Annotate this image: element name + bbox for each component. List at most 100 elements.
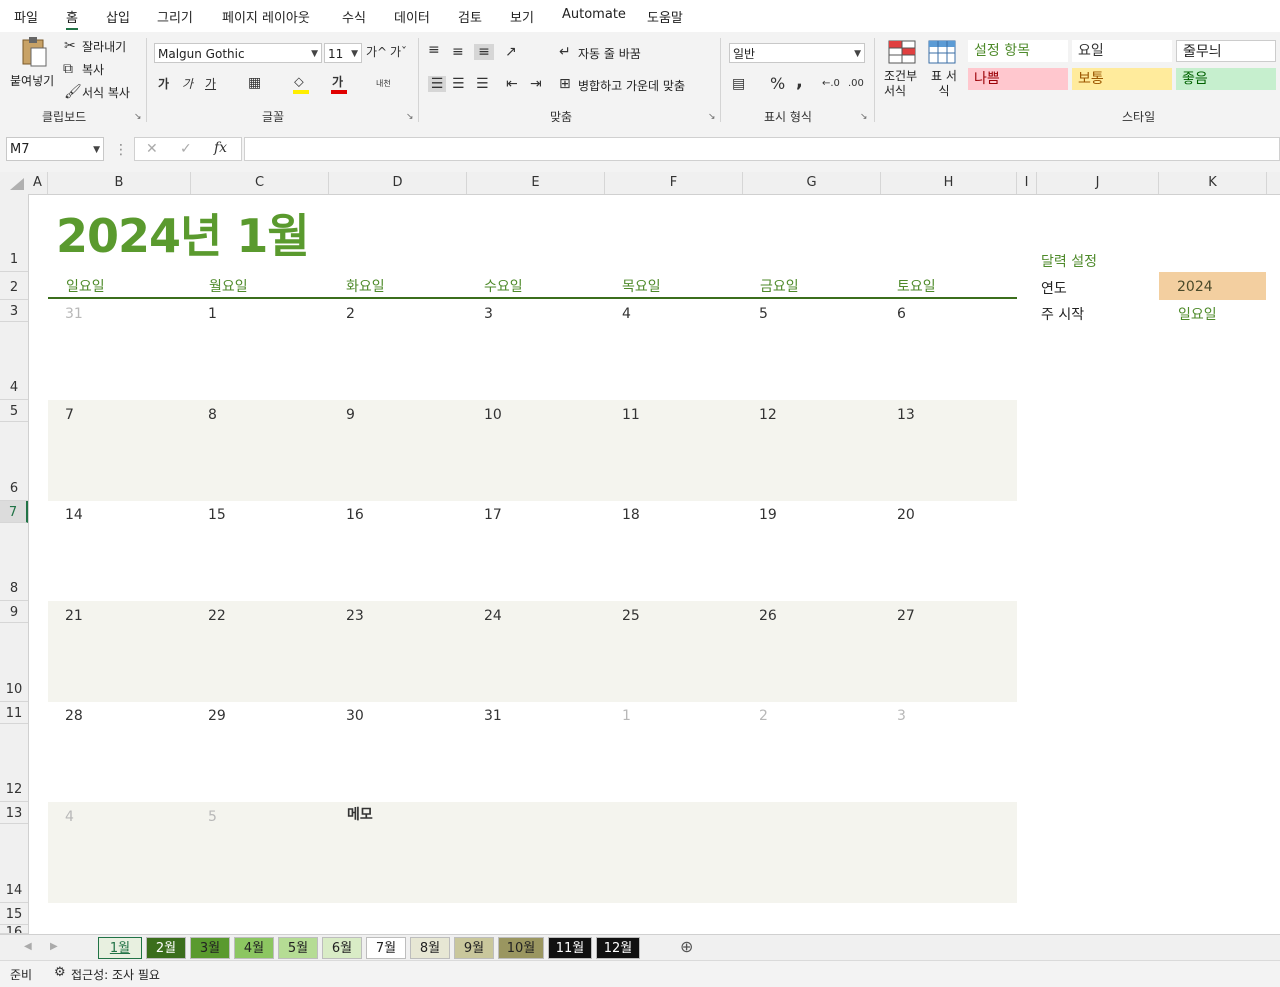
- day-cell[interactable]: 19: [759, 507, 777, 523]
- menu-data[interactable]: 데이터: [394, 7, 430, 26]
- column-header[interactable]: C: [191, 172, 329, 194]
- row-header[interactable]: 6: [0, 422, 28, 501]
- style-good[interactable]: 좋음: [1176, 68, 1276, 90]
- number-launcher-icon[interactable]: ↘: [860, 112, 868, 122]
- row-header-selected[interactable]: 7: [0, 501, 28, 523]
- underline-button[interactable]: 가: [205, 76, 216, 92]
- wrap-text-button[interactable]: 자동 줄 바꿈: [578, 45, 641, 62]
- day-cell[interactable]: 31: [484, 708, 502, 724]
- align-center-icon[interactable]: ☰: [452, 76, 465, 92]
- day-cell[interactable]: 29: [208, 708, 226, 724]
- percent-button[interactable]: %: [770, 76, 785, 92]
- day-cell[interactable]: 4: [65, 809, 74, 825]
- day-cell[interactable]: 9: [346, 407, 355, 423]
- day-cell[interactable]: 26: [759, 608, 777, 624]
- day-cell[interactable]: 22: [208, 608, 226, 624]
- row-header[interactable]: 11: [0, 702, 28, 724]
- day-cell[interactable]: 11: [622, 407, 640, 423]
- row-header[interactable]: 3: [0, 300, 28, 322]
- row-header[interactable]: 5: [0, 400, 28, 422]
- orientation-icon[interactable]: ↗: [505, 44, 517, 60]
- day-cell[interactable]: 1: [208, 306, 217, 322]
- format-painter-button[interactable]: 서식 복사: [82, 84, 130, 101]
- column-header[interactable]: F: [605, 172, 743, 194]
- day-cell[interactable]: 3: [897, 708, 906, 724]
- bold-button[interactable]: 가: [158, 76, 169, 92]
- day-cell[interactable]: 18: [622, 507, 640, 523]
- day-cell[interactable]: 17: [484, 507, 502, 523]
- conditional-format-button[interactable]: 조건부 서식: [884, 69, 920, 99]
- day-cell[interactable]: 3: [484, 306, 493, 322]
- day-cell[interactable]: 16: [346, 507, 364, 523]
- cancel-icon[interactable]: ✕: [146, 141, 158, 157]
- name-box[interactable]: M7 ▼: [6, 137, 104, 161]
- menu-automate[interactable]: Automate: [562, 7, 626, 22]
- style-setting-item[interactable]: 설정 항목: [968, 40, 1068, 62]
- day-cell[interactable]: 25: [622, 608, 640, 624]
- font-color-button[interactable]: 가: [332, 74, 343, 90]
- align-top-icon[interactable]: ≡: [428, 42, 440, 58]
- align-left-icon[interactable]: ☰: [428, 76, 446, 92]
- menu-review[interactable]: 검토: [458, 7, 482, 26]
- row-header[interactable]: 16: [0, 925, 28, 934]
- day-cell[interactable]: 23: [346, 608, 364, 624]
- day-cell[interactable]: 2: [759, 708, 768, 724]
- font-name-select[interactable]: Malgun Gothic ▼: [154, 43, 322, 63]
- copy-button[interactable]: 복사: [82, 61, 104, 78]
- italic-button[interactable]: 가: [182, 76, 193, 92]
- style-weekday[interactable]: 요일: [1072, 40, 1172, 62]
- borders-icon[interactable]: ▦: [248, 75, 261, 91]
- menu-home[interactable]: 홈: [66, 7, 78, 30]
- font-size-select[interactable]: 11 ▼: [324, 43, 362, 63]
- menu-page-layout[interactable]: 페이지 레이아웃: [222, 7, 310, 26]
- scroll-left-icon[interactable]: ◀: [24, 939, 32, 955]
- day-cell[interactable]: 27: [897, 608, 915, 624]
- sheet-tab[interactable]: 10월: [498, 937, 544, 959]
- increase-decimal-icon[interactable]: ←.0: [822, 76, 840, 92]
- currency-icon[interactable]: ▤: [732, 76, 745, 92]
- day-cell[interactable]: 6: [897, 306, 906, 322]
- day-cell[interactable]: 28: [65, 708, 83, 724]
- row-header[interactable]: 9: [0, 601, 28, 623]
- number-format-select[interactable]: 일반 ▼: [729, 43, 865, 63]
- format-table-button[interactable]: 표 서식: [926, 69, 962, 99]
- menu-file[interactable]: 파일: [14, 7, 38, 26]
- year-value[interactable]: 2024: [1177, 279, 1213, 295]
- day-cell[interactable]: 1: [622, 708, 631, 724]
- memo-label[interactable]: 메모: [347, 804, 373, 824]
- phonetic-button[interactable]: 내천: [376, 76, 391, 92]
- menu-view[interactable]: 보기: [510, 7, 534, 26]
- comma-button[interactable]: ,: [796, 73, 803, 91]
- day-cell[interactable]: 7: [65, 407, 74, 423]
- sheet-tab[interactable]: 2월: [146, 937, 186, 959]
- day-cell[interactable]: 5: [208, 809, 217, 825]
- scroll-right-icon[interactable]: ▶: [50, 939, 58, 955]
- menu-help[interactable]: 도움말: [647, 7, 683, 26]
- day-cell[interactable]: 30: [346, 708, 364, 724]
- style-stripe[interactable]: 줄무늬: [1176, 40, 1276, 62]
- day-cell[interactable]: 10: [484, 407, 502, 423]
- formula-input[interactable]: [244, 137, 1280, 161]
- shrink-font-button[interactable]: 가ˇ: [390, 44, 407, 60]
- clipboard-launcher-icon[interactable]: ↘: [134, 112, 142, 122]
- fill-color-icon[interactable]: ⬦: [294, 74, 304, 90]
- style-bad[interactable]: 나쁨: [968, 68, 1068, 90]
- column-header[interactable]: A: [28, 172, 48, 194]
- row-header[interactable]: 1: [0, 194, 28, 272]
- alignment-launcher-icon[interactable]: ↘: [708, 112, 716, 122]
- row-header[interactable]: 8: [0, 523, 28, 601]
- column-header[interactable]: D: [329, 172, 467, 194]
- font-launcher-icon[interactable]: ↘: [406, 112, 414, 122]
- week-start-value[interactable]: 일요일: [1178, 304, 1217, 324]
- accessibility-status[interactable]: 접근성: 조사 필요: [71, 966, 160, 983]
- select-all-icon[interactable]: [10, 178, 24, 190]
- day-cell[interactable]: 12: [759, 407, 777, 423]
- sheet-tab[interactable]: 11월: [548, 937, 592, 959]
- add-sheet-icon[interactable]: ⊕: [680, 939, 693, 955]
- day-cell[interactable]: 5: [759, 306, 768, 322]
- day-cell[interactable]: 21: [65, 608, 83, 624]
- menu-formulas[interactable]: 수식: [342, 7, 366, 26]
- sheet-tab[interactable]: 4월: [234, 937, 274, 959]
- menu-insert[interactable]: 삽입: [106, 7, 130, 26]
- decrease-decimal-icon[interactable]: .00: [848, 76, 864, 92]
